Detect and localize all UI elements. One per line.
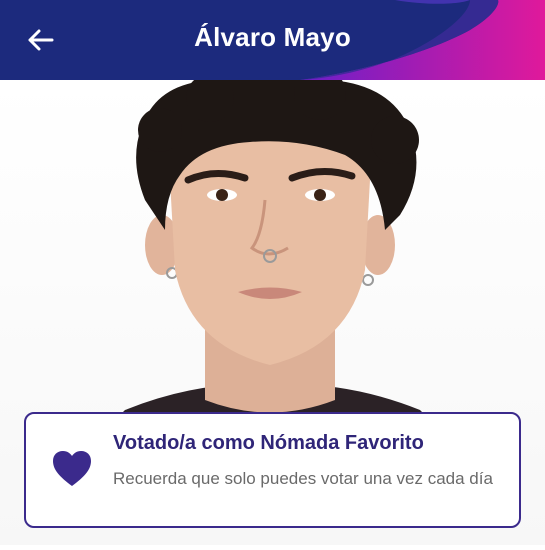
vote-card-title: Votado/a como Nómada Favorito (113, 432, 424, 454)
app-header: Álvaro Mayo (0, 0, 545, 80)
page-title: Álvaro Mayo (194, 22, 351, 52)
vote-confirmation-card: Votado/a como Nómada Favorito Recuerda q… (24, 412, 521, 528)
heart-icon (53, 451, 91, 486)
vote-card-message: Recuerda que solo puedes votar una vez c… (113, 469, 493, 488)
